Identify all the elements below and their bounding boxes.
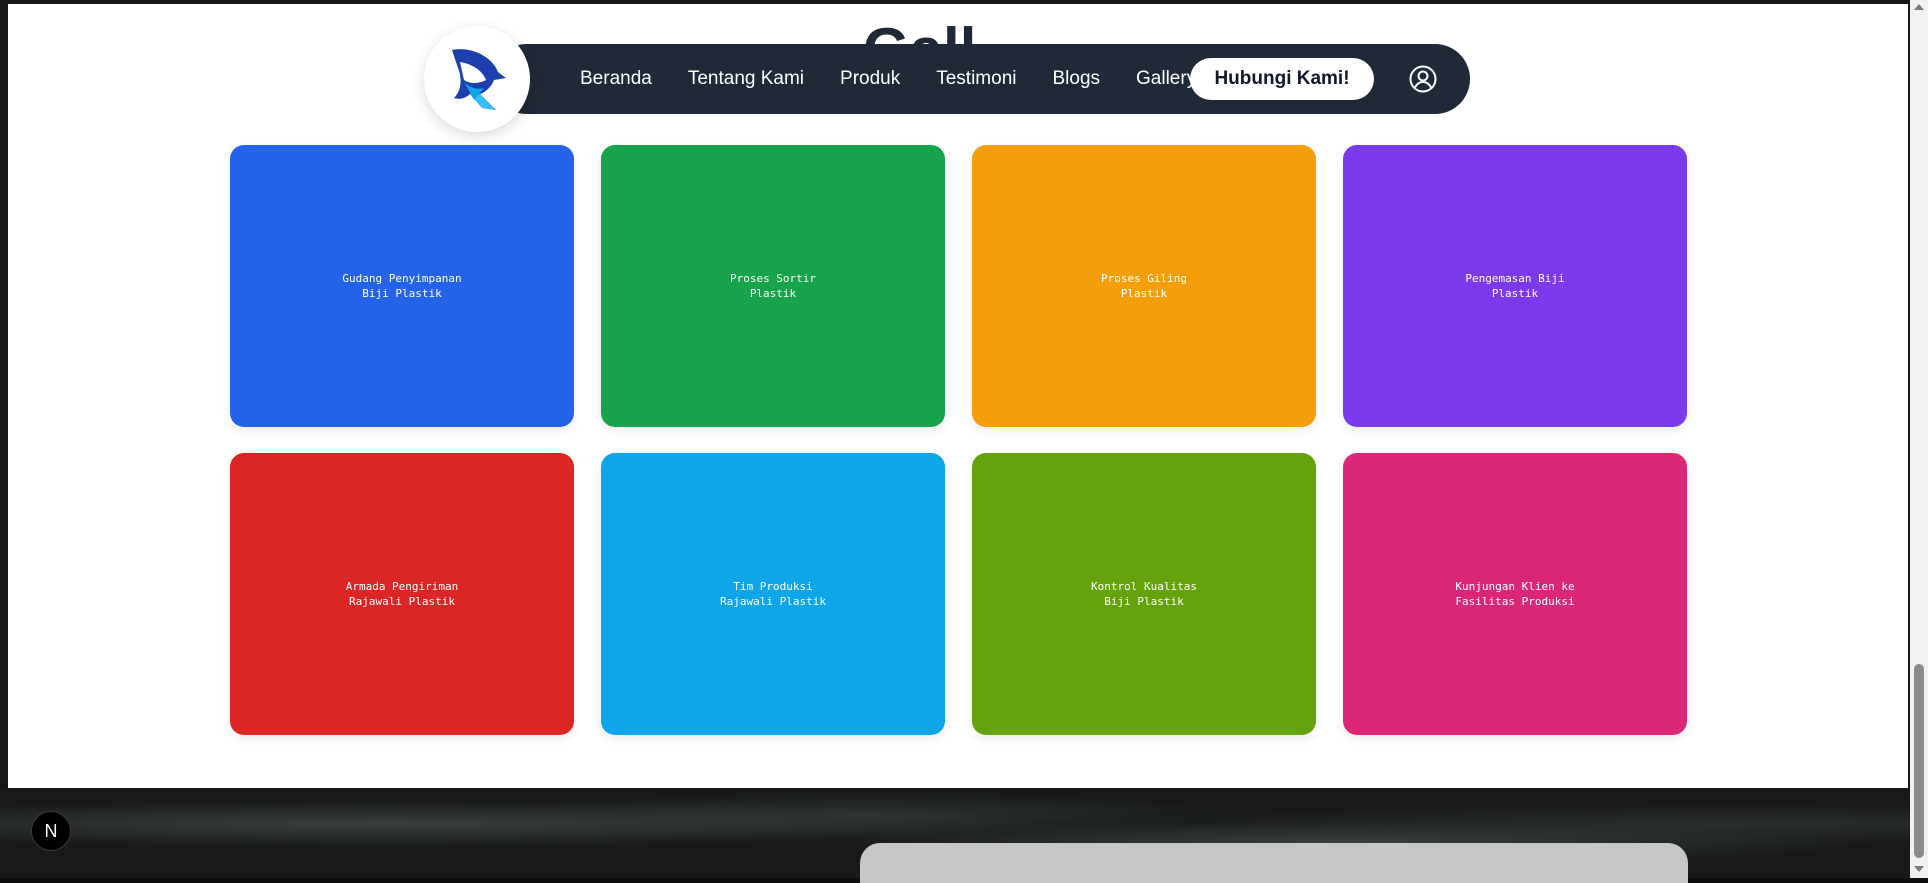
nav-beranda[interactable]: Beranda: [580, 68, 652, 90]
scrollbar[interactable]: [1910, 0, 1928, 878]
gallery-card[interactable]: Proses Giling Plastik: [972, 145, 1316, 427]
logo[interactable]: [424, 26, 530, 132]
gallery-card[interactable]: Pengemasan Biji Plastik: [1343, 145, 1687, 427]
gallery-card-label: Gudang Penyimpanan Biji Plastik: [342, 272, 462, 300]
nav-produk[interactable]: Produk: [840, 68, 900, 90]
dev-badge[interactable]: N: [31, 811, 71, 851]
eagle-logo-icon: [452, 49, 506, 110]
gallery-card-label: Proses Sortir Plastik: [729, 272, 817, 300]
page: Gall Beranda Tentang Kami Produk Testimo…: [0, 0, 1928, 883]
gallery-card-label: Tim Produksi Rajawali Plastik: [720, 580, 826, 608]
nav-blogs[interactable]: Blogs: [1052, 68, 1100, 90]
gallery-card[interactable]: Armada Pengiriman Rajawali Plastik: [230, 453, 574, 735]
nav-links: Beranda Tentang Kami Produk Testimoni Bl…: [580, 44, 1232, 114]
user-circle-icon[interactable]: [1409, 65, 1437, 93]
scroll-down-icon[interactable]: [1914, 866, 1924, 872]
nav-tentang-kami[interactable]: Tentang Kami: [688, 68, 804, 90]
gallery-grid: Gudang Penyimpanan Biji Plastik Proses S…: [230, 145, 1688, 735]
footer-card: [860, 843, 1688, 883]
scroll-up-icon[interactable]: [1914, 4, 1924, 10]
gallery-card[interactable]: Gudang Penyimpanan Biji Plastik: [230, 145, 574, 427]
nav-testimoni[interactable]: Testimoni: [936, 68, 1016, 90]
gallery-card[interactable]: Kontrol Kualitas Biji Plastik: [972, 453, 1316, 735]
gallery-card-label: Proses Giling Plastik: [1100, 272, 1188, 300]
gallery-card-label: Armada Pengiriman Rajawali Plastik: [345, 580, 459, 608]
nav-gallery[interactable]: Gallery: [1136, 68, 1196, 90]
gallery-card[interactable]: Kunjungan Klien ke Fasilitas Produksi: [1343, 453, 1687, 735]
gallery-card-label: Kontrol Kualitas Biji Plastik: [1091, 580, 1197, 608]
contact-button[interactable]: Hubungi Kami!: [1190, 58, 1374, 100]
scrollbar-thumb[interactable]: [1914, 664, 1924, 858]
gallery-card[interactable]: Tim Produksi Rajawali Plastik: [601, 453, 945, 735]
gallery-card-label: Pengemasan Biji Plastik: [1465, 272, 1565, 300]
gallery-card[interactable]: Proses Sortir Plastik: [601, 145, 945, 427]
gallery-card-label: Kunjungan Klien ke Fasilitas Produksi: [1455, 580, 1575, 608]
